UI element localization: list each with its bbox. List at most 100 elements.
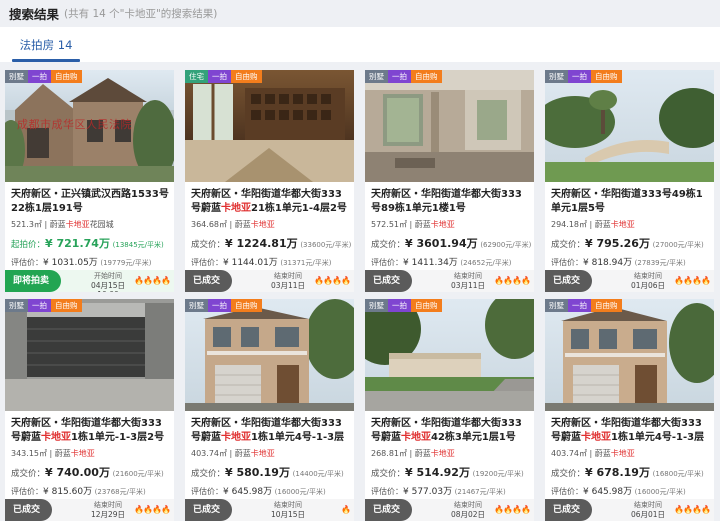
- tag-home: 住宅: [185, 70, 208, 83]
- results-count: (共有 14 个"卡地亚"的搜索结果): [64, 7, 218, 20]
- price-label: 成交价：: [191, 240, 226, 250]
- listing-card[interactable]: 别墅 一拍 自由购天府新区・华阳街道华都大街333号蔚蓝卡地亚42栋3单元1层1号 2…: [365, 299, 534, 521]
- listing-address[interactable]: 天府新区・华阳街道333号49栋1单元1层5号: [551, 188, 710, 215]
- price-row: 成交价：¥ 3601.94万 (62900元/平米): [371, 235, 531, 251]
- price-row: 成交价：¥ 580.19万 (14400元/平米): [191, 464, 350, 480]
- listing-tags: 别墅 一拍 自由购: [365, 70, 442, 83]
- listing-address[interactable]: 天府新区・华阳街道华都大街333号蔚蓝卡地亚42栋3单元1层1号: [371, 417, 530, 444]
- tag-villa: 别墅: [5, 299, 28, 312]
- time-label: 结束时间: [634, 501, 662, 509]
- listing-address[interactable]: 天府新区・华阳街道华都大街333号蔚蓝卡地亚21栋1单元1-4层2号: [191, 188, 350, 215]
- listing-address[interactable]: 天府新区・华阳街道华都大街333号蔚蓝卡地亚1栋1单元-1-3层2号: [11, 417, 170, 444]
- price-unit: (19200元/平米): [472, 470, 524, 478]
- listing-card[interactable]: 别墅 一拍 自由购 天府新区・华阳街道华都大街333号89栋1单元1楼1号 572.51…: [365, 70, 534, 292]
- eval-label: 评估价：: [551, 258, 583, 267]
- eval-unit: (24652元/平米): [460, 259, 512, 267]
- listing-meta: 364.68㎡ | 蔚蓝卡地亚: [191, 219, 350, 230]
- time-label: 结束时间: [634, 272, 662, 280]
- listing-info: 天府新区・正兴镇武汉西路1533号22栋1层191号 521.3㎡ | 蔚蓝卡地亚…: [11, 188, 170, 268]
- auction-time: 开始时间04月15日 10:00: [79, 272, 137, 292]
- price-value: ¥ 721.74万: [45, 237, 110, 250]
- status-badge[interactable]: 即将拍卖: [5, 270, 62, 292]
- price-value: ¥ 1224.81万: [225, 237, 298, 250]
- time-value: 03月11日: [450, 281, 486, 290]
- address-text-rest: 42栋3单元1层1号: [431, 431, 516, 443]
- address-highlight: 卡地亚: [221, 202, 251, 214]
- listing-photo[interactable]: 别墅 一拍 自由购 成都市成华区人民法院: [5, 70, 174, 182]
- listing-address[interactable]: 天府新区・华阳街道华都大街333号蔚蓝卡地亚1栋1单元4号-1-3层房屋: [191, 417, 350, 444]
- tag-free: 自由购: [591, 299, 622, 312]
- price-row: 成交价：¥ 678.19万 (16800元/平米): [551, 464, 710, 480]
- eval-label: 评估价：: [371, 258, 403, 267]
- listing-area: 268.81㎡: [371, 449, 407, 458]
- listing-footer: 已成交 结束时间 01月06日 🔥🔥🔥🔥: [545, 270, 714, 292]
- address-highlight: 卡地亚: [221, 431, 251, 443]
- community-highlight: 卡地亚: [610, 220, 635, 229]
- listing-address[interactable]: 天府新区・华阳街道华都大街333号蔚蓝卡地亚1栋1单元4号-1-3层房屋: [551, 417, 710, 444]
- listing-card[interactable]: 别墅 一拍 自由购 天府新区・华阳街道华都大街333号蔚蓝卡地亚1栋1单元4号-1-3…: [545, 299, 714, 521]
- listing-tags: 别墅 一拍 自由购: [5, 70, 82, 83]
- auction-time: 结束时间 03月11日: [259, 272, 317, 290]
- listing-tags: 别墅 一拍 自由购: [545, 70, 622, 83]
- eval-label: 评估价：: [191, 258, 223, 267]
- address-highlight: 卡地亚: [581, 431, 611, 443]
- meta-separator: |: [587, 449, 595, 458]
- listing-info: 天府新区・华阳街道华都大街333号蔚蓝卡地亚1栋1单元4号-1-3层房屋 403.…: [191, 417, 350, 497]
- community-highlight: 卡地亚: [250, 220, 275, 229]
- price-row: 成交价：¥ 740.00万 (21600元/平米): [11, 464, 170, 480]
- community-name: 蔚蓝: [414, 449, 431, 458]
- heat-flame-icon: 🔥🔥🔥🔥: [674, 505, 711, 514]
- status-badge: 已成交: [185, 499, 233, 521]
- eval-row: 评估价：¥ 645.98万 (16000元/平米): [551, 484, 710, 497]
- tab-bar: 法拍房 14: [0, 27, 720, 62]
- listing-card[interactable]: 别墅 一拍 自由购 天府新区・华阳街道华都大街333号蔚蓝卡地亚1栋1单元4号-1-3…: [185, 299, 354, 521]
- auction-time: 结束时间 12月29日: [79, 501, 137, 519]
- listing-footer: 即将拍卖开始时间04月15日 10:00🔥🔥🔥🔥: [5, 270, 174, 292]
- listing-photo[interactable]: 住宅 一拍 自由购: [185, 70, 354, 182]
- price-value: ¥ 514.92万: [405, 466, 470, 479]
- meta-separator: |: [587, 220, 595, 229]
- tag-first: 一拍: [28, 70, 51, 83]
- listing-photo[interactable]: 别墅 一拍 自由购: [185, 299, 354, 411]
- meta-separator: |: [227, 449, 235, 458]
- price-value: ¥ 795.26万: [585, 237, 650, 250]
- listing-address[interactable]: 天府新区・华阳街道华都大街333号89栋1单元1楼1号: [371, 188, 530, 215]
- listing-footer: 已成交 结束时间 03月11日 🔥🔥🔥🔥: [365, 270, 534, 292]
- price-row: 成交价：¥ 795.26万 (27000元/平米): [551, 235, 710, 251]
- listing-card[interactable]: 住宅 一拍 自由购天府新区・华阳街道华都大街333号蔚蓝卡地亚21栋1单元1-4层2…: [185, 70, 354, 292]
- listing-photo[interactable]: 别墅 一拍 自由购: [5, 299, 174, 411]
- listing-photo[interactable]: 别墅 一拍 自由购: [545, 299, 714, 411]
- listing-photo[interactable]: 别墅 一拍 自由购: [365, 70, 534, 182]
- tag-free: 自由购: [591, 70, 622, 83]
- listing-card[interactable]: 别墅 一拍 自由购天府新区・华阳街道华都大街333号蔚蓝卡地亚1栋1单元-1-3层2…: [5, 299, 174, 521]
- listing-info: 天府新区・华阳街道华都大街333号蔚蓝卡地亚1栋1单元4号-1-3层房屋 403.…: [551, 417, 710, 497]
- listing-footer: 已成交 结束时间 06月01日 🔥🔥🔥🔥: [545, 499, 714, 521]
- listing-address[interactable]: 天府新区・正兴镇武汉西路1533号22栋1层191号: [11, 188, 170, 215]
- listing-area: 343.15㎡: [11, 449, 47, 458]
- listing-meta: 403.74㎡ | 蔚蓝卡地亚: [191, 448, 350, 459]
- time-value: 10月15日: [270, 510, 306, 519]
- tag-free: 自由购: [51, 70, 82, 83]
- tag-first: 一拍: [568, 70, 591, 83]
- listing-card[interactable]: 别墅 一拍 自由购 成都市成华区人民法院 天府新区・正兴镇武汉西路1533号22栋1层1…: [5, 70, 174, 292]
- eval-value: ¥ 818.94万: [583, 258, 633, 268]
- tag-first: 一拍: [388, 299, 411, 312]
- listing-photo[interactable]: 别墅 一拍 自由购: [545, 70, 714, 182]
- status-badge: 已成交: [185, 270, 233, 292]
- time-value: 12月29日: [90, 510, 126, 519]
- eval-row: 评估价：¥ 645.98万 (16000元/平米): [191, 484, 350, 497]
- listing-card[interactable]: 别墅 一拍 自由购 天府新区・华阳街道333号49栋1单元1层5号 294.18㎡ | …: [545, 70, 714, 292]
- heat-flame-icon: 🔥🔥🔥🔥: [134, 276, 171, 285]
- listing-photo[interactable]: 别墅 一拍 自由购: [365, 299, 534, 411]
- eval-label: 评估价：: [11, 487, 43, 496]
- price-row: 成交价：¥ 1224.81万 (33600元/平米): [191, 235, 351, 251]
- eval-unit: (16000元/平米): [274, 488, 326, 496]
- meta-separator: |: [407, 220, 415, 229]
- address-text: 天府新区・华阳街道333号49栋1单元1层5号: [551, 189, 703, 214]
- tab-auction-houses[interactable]: 法拍房 14: [12, 27, 80, 62]
- eval-value: ¥ 1031.05万: [43, 258, 98, 268]
- eval-unit: (27839元/平米): [634, 259, 686, 267]
- listing-footer: 已成交 结束时间 12月29日 🔥🔥🔥🔥: [5, 499, 174, 521]
- price-unit: (13845元/平米): [112, 241, 164, 249]
- meta-separator: |: [227, 220, 235, 229]
